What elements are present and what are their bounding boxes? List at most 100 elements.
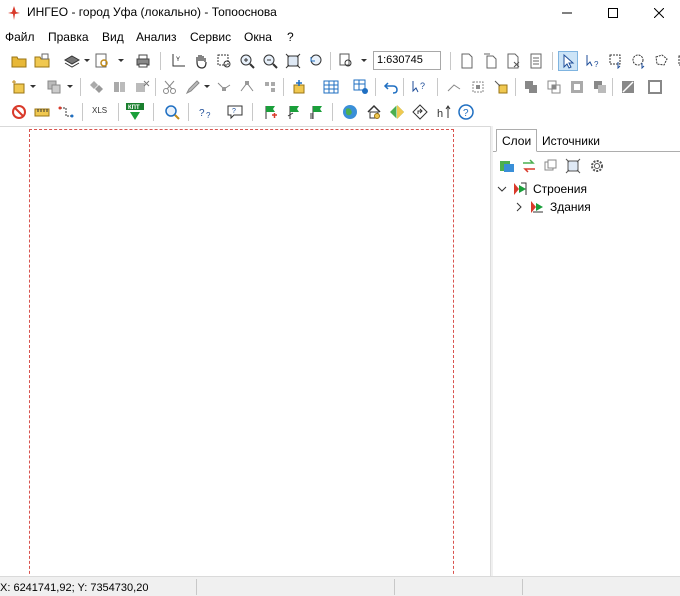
scale-button[interactable]	[336, 51, 356, 71]
info-cursor-button[interactable]: ?	[409, 77, 429, 97]
preview-dropdown-arrow[interactable]	[118, 59, 124, 62]
layer-swap-button[interactable]	[519, 156, 539, 176]
geo-button[interactable]	[387, 102, 407, 122]
zoom-previous-button[interactable]	[306, 51, 326, 71]
pan-button[interactable]	[191, 51, 211, 71]
new-object-dropdown-arrow[interactable]	[30, 85, 36, 88]
select-rect-button[interactable]	[606, 51, 626, 71]
edit-line-button[interactable]	[183, 77, 203, 97]
new-object-button[interactable]	[9, 77, 29, 97]
copy-object-button[interactable]	[44, 77, 64, 97]
minimize-button[interactable]	[544, 0, 590, 26]
table-button[interactable]	[321, 77, 341, 97]
cut-button[interactable]	[160, 77, 180, 97]
snap-button[interactable]	[260, 77, 280, 97]
snap-vertex-button[interactable]	[468, 77, 488, 97]
measure-button[interactable]	[32, 102, 52, 122]
split-button[interactable]	[109, 77, 129, 97]
scale-dropdown-arrow[interactable]	[361, 59, 367, 62]
difference-button[interactable]	[567, 77, 587, 97]
doc-new-button[interactable]	[457, 51, 477, 71]
tree-item-buildings-group[interactable]: Строения	[497, 180, 587, 198]
select-button[interactable]	[558, 51, 578, 71]
scale-input[interactable]: 1:630745	[373, 51, 441, 70]
layer-visibility-button[interactable]	[497, 156, 517, 176]
flag-list-button[interactable]	[307, 102, 327, 122]
undo-button[interactable]	[381, 77, 401, 97]
flag-add-icon	[265, 106, 277, 119]
disable-button[interactable]	[9, 102, 29, 122]
flag-link-button[interactable]	[284, 102, 304, 122]
menu-help[interactable]: ?	[287, 30, 294, 44]
menu-file[interactable]: Файл	[5, 30, 35, 44]
edit-line-dropdown-arrow[interactable]	[204, 85, 210, 88]
yellow-object-button[interactable]	[491, 77, 511, 97]
zoom-extent-button[interactable]	[283, 51, 303, 71]
table-settings-button[interactable]	[351, 77, 371, 97]
help-button[interactable]: ?	[456, 102, 476, 122]
layers-button[interactable]	[62, 51, 82, 71]
exclude-button[interactable]	[590, 77, 610, 97]
open-map-button[interactable]	[9, 51, 29, 71]
maximize-button[interactable]	[590, 0, 636, 26]
layer-icon	[531, 201, 543, 213]
globe-button[interactable]	[340, 102, 360, 122]
doc-delete-button[interactable]	[503, 51, 523, 71]
menu-analysis[interactable]: Анализ	[136, 30, 177, 44]
map-canvas[interactable]	[0, 126, 490, 589]
layer-extent-button[interactable]	[563, 156, 583, 176]
select-circle-button[interactable]	[629, 51, 649, 71]
query-button[interactable]: ??	[196, 102, 216, 122]
layers-dropdown-arrow[interactable]	[84, 59, 90, 62]
merge-button[interactable]	[86, 77, 106, 97]
select-polygon-button[interactable]	[652, 51, 672, 71]
frame-button[interactable]	[645, 77, 665, 97]
comment-button[interactable]: ?	[225, 102, 245, 122]
doc-copy-button[interactable]	[480, 51, 500, 71]
menu-view[interactable]: Вид	[102, 30, 124, 44]
print-button[interactable]	[133, 51, 153, 71]
open-project-button[interactable]	[32, 51, 52, 71]
svg-text:Y: Y	[176, 57, 180, 63]
menu-windows[interactable]: Окна	[244, 30, 272, 44]
add-vertex-button[interactable]	[237, 77, 257, 97]
doc-properties-button[interactable]	[526, 51, 546, 71]
select-info-button[interactable]: ?	[583, 51, 603, 71]
route-button[interactable]	[56, 102, 76, 122]
move-vertex-button[interactable]	[214, 77, 234, 97]
tab-layers[interactable]: Слои	[496, 129, 538, 152]
chevron-right-icon[interactable]	[514, 202, 524, 212]
close-button[interactable]	[636, 0, 680, 26]
navigate-button[interactable]	[410, 102, 430, 122]
chevron-down-icon[interactable]	[497, 184, 507, 194]
delete-object-button[interactable]	[132, 77, 152, 97]
line-tool-button[interactable]	[444, 77, 464, 97]
tab-sources[interactable]: Источники	[537, 129, 605, 152]
flag-add-button[interactable]	[260, 102, 280, 122]
layer-settings-button[interactable]	[587, 156, 607, 176]
diagonal-button[interactable]	[618, 77, 638, 97]
preview-button[interactable]	[92, 51, 112, 71]
menu-edit[interactable]: Правка	[48, 30, 89, 44]
hand-icon	[196, 55, 207, 69]
kpt-button[interactable]: КПТ	[125, 102, 145, 122]
toolbar-separator	[450, 52, 451, 70]
home-button[interactable]	[364, 102, 384, 122]
title-bar: ИНГЕО - город Уфа (локально) - Топооснов…	[0, 0, 680, 26]
zoom-out-button[interactable]	[260, 51, 280, 71]
home-icon	[367, 104, 381, 119]
add-to-layer-button[interactable]	[289, 77, 309, 97]
menu-service[interactable]: Сервис	[190, 30, 231, 44]
union-button[interactable]	[521, 77, 541, 97]
height-button[interactable]: h	[434, 102, 454, 122]
zoom-in-button[interactable]	[237, 51, 257, 71]
copy-object-dropdown-arrow[interactable]	[67, 85, 73, 88]
export-xls-button[interactable]: XLS	[92, 106, 107, 115]
tree-item-buildings-layer[interactable]: Здания	[514, 198, 591, 216]
zoom-rect-button[interactable]	[214, 51, 234, 71]
coordinates-button[interactable]: Y	[168, 51, 188, 71]
layer-copy-button[interactable]	[541, 156, 561, 176]
intersect-button[interactable]	[544, 77, 564, 97]
search-button[interactable]	[162, 102, 182, 122]
select-more-button[interactable]	[675, 51, 680, 71]
